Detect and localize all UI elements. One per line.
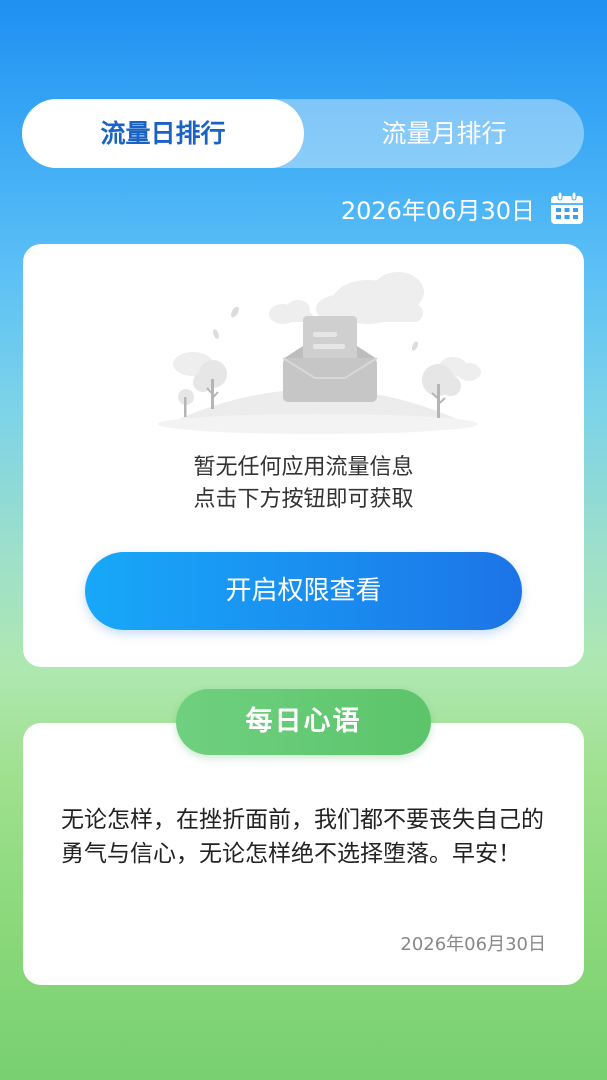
- daily-quote-text: 无论怎样，在挫折面前，我们都不要丧失自己的勇气与信心，无论怎样绝不选择堕落。早安…: [61, 807, 544, 867]
- empty-inbox-illustration: [158, 272, 481, 434]
- ranking-tabs: 流量日排行 流量月排行: [22, 99, 584, 168]
- daily-quote-card: 无论怎样，在挫折面前，我们都不要丧失自己的勇气与信心，无论怎样绝不选择堕落。早安…: [23, 723, 584, 985]
- daily-quote-date: 2026年06月30日: [400, 934, 546, 955]
- tab-daily-ranking[interactable]: 流量日排行: [22, 99, 304, 168]
- selected-date: 2026年06月30日: [340, 196, 535, 225]
- date-row: 2026年06月30日: [341, 188, 585, 228]
- traffic-empty-card: 暂无任何应用流量信息 点击下方按钮即可获取 开启权限查看: [23, 244, 584, 667]
- enable-permission-button[interactable]: 开启权限查看: [85, 552, 522, 630]
- calendar-icon[interactable]: [549, 190, 585, 226]
- daily-quote-title: 每日心语: [176, 689, 431, 755]
- empty-message-line2: 点击下方按钮即可获取: [193, 487, 414, 512]
- tab-monthly-ranking[interactable]: 流量月排行: [304, 99, 584, 168]
- empty-message-line1: 暂无任何应用流量信息: [193, 455, 414, 480]
